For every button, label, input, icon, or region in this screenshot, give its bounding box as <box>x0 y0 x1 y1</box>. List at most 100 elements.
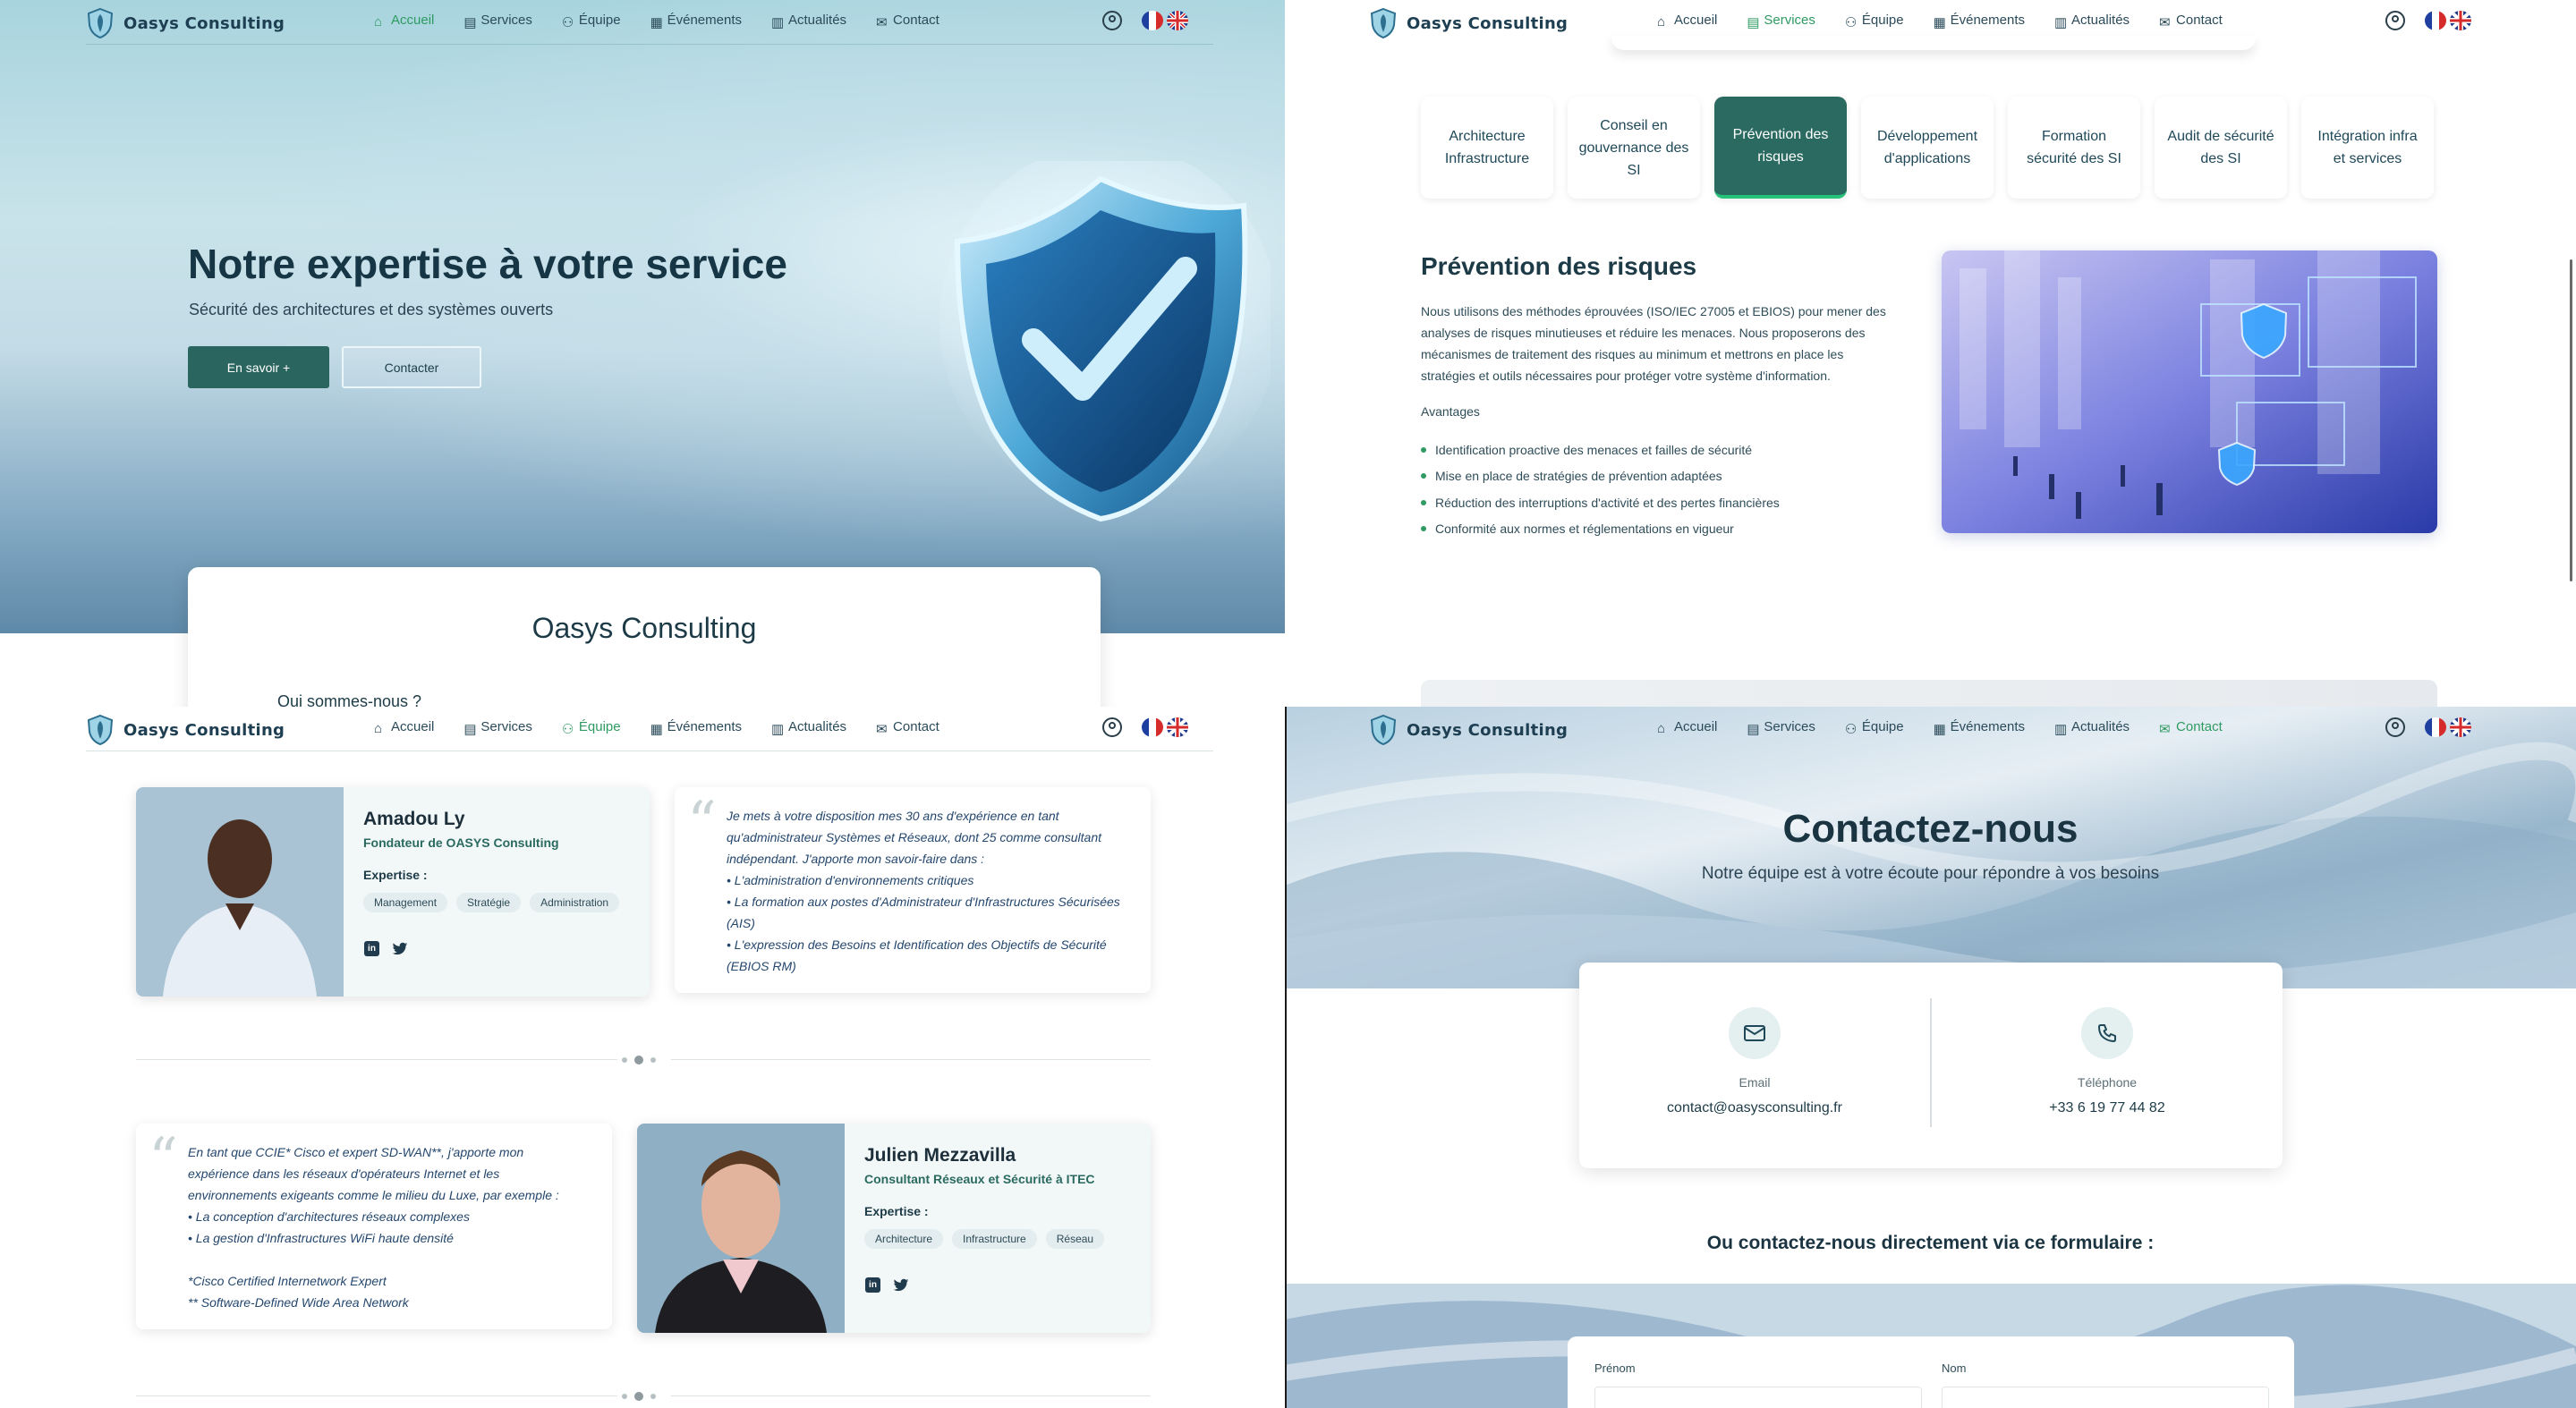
document-icon: ▤ <box>1747 721 1760 737</box>
nav-contact-label: Contact <box>2176 719 2223 734</box>
nav-right <box>1102 11 1188 30</box>
nav-links: ⌂ Accueil ▤ Services ⚇ Équipe ▦ Événements ▥… <box>374 13 939 30</box>
nav-home[interactable]: ⌂ Accueil <box>374 13 435 30</box>
shield-logo-icon <box>87 714 114 746</box>
nav-contact[interactable]: ✉ Contact <box>2159 719 2223 737</box>
uk-flag-icon[interactable] <box>1167 717 1188 737</box>
french-flag-icon[interactable] <box>1142 11 1163 30</box>
user-icon[interactable] <box>1102 11 1122 30</box>
nav-home-label: Accueil <box>391 13 435 28</box>
tab-app-development[interactable]: Développement d'applications <box>1861 97 1994 199</box>
learn-more-button[interactable]: En savoir + <box>188 346 329 388</box>
tab-governance[interactable]: Conseil en gouvernance des SI <box>1568 97 1700 199</box>
phone-label: Téléphone <box>2077 1075 2138 1090</box>
nav-news[interactable]: ▥ Actualités <box>771 719 846 737</box>
nav-services-label: Services <box>1764 13 1815 28</box>
nav-right <box>2385 717 2471 737</box>
contact-subtitle: Notre équipe est à votre écoute pour rép… <box>1701 864 2160 883</box>
french-flag-icon[interactable] <box>2425 717 2446 737</box>
contact-form: Prénom Nom <box>1568 1336 2294 1408</box>
nav-team[interactable]: ⚇ Équipe <box>562 719 621 737</box>
brand-name: Oasys Consulting <box>123 13 285 33</box>
nav-events[interactable]: ▦ Événements <box>1933 719 2025 737</box>
nav-links: ⌂ Accueil ▤ Services ⚇ Équipe ▦ Événements ▥… <box>374 719 939 737</box>
email-value[interactable]: contact@oasysconsulting.fr <box>1579 1100 1930 1116</box>
nav-contact-label: Contact <box>2176 13 2223 28</box>
nav-services[interactable]: ▤ Services <box>463 13 532 30</box>
nav-team[interactable]: ⚇ Équipe <box>1845 719 1904 737</box>
divider <box>671 1059 1151 1060</box>
user-icon[interactable] <box>2385 11 2405 30</box>
language-switcher <box>2425 717 2471 737</box>
carousel-dot[interactable] <box>622 1394 627 1399</box>
nav-home-label: Accueil <box>391 719 435 734</box>
twitter-icon[interactable] <box>392 942 408 956</box>
nav-contact[interactable]: ✉ Contact <box>876 719 939 737</box>
french-flag-icon[interactable] <box>1142 717 1163 737</box>
nav-home[interactable]: ⌂ Accueil <box>1657 13 1717 30</box>
nav-events[interactable]: ▦ Événements <box>650 719 742 737</box>
divider <box>136 1395 617 1396</box>
shield-logo-icon <box>1370 714 1397 746</box>
nav-events[interactable]: ▦ Événements <box>650 13 742 30</box>
hero-subtitle: Sécurité des architectures et des systèm… <box>189 301 554 318</box>
uk-flag-icon[interactable] <box>2450 11 2471 30</box>
nav-home-label: Accueil <box>1674 719 1718 734</box>
nav-services-label: Services <box>480 13 532 28</box>
mail-icon: ✉ <box>2159 721 2171 737</box>
phone-value[interactable]: +33 6 19 77 44 82 <box>1932 1100 2283 1116</box>
uk-flag-icon[interactable] <box>2450 717 2471 737</box>
nav-services[interactable]: ▤ Services <box>1747 719 1815 737</box>
tab-architecture-infrastructure[interactable]: Architecture Infrastructure <box>1421 97 1553 199</box>
calendar-icon: ▦ <box>1933 14 1946 30</box>
nav-events[interactable]: ▦ Événements <box>1933 13 2025 30</box>
tab-risk-prevention[interactable]: Prévention des risques <box>1714 97 1847 199</box>
home-icon: ⌂ <box>374 720 383 736</box>
team-icon: ⚇ <box>1844 14 1858 30</box>
advantage-item: Mise en place de stratégies de préventio… <box>1421 463 1780 490</box>
tab-security-audit[interactable]: Audit de sécurité des SI <box>2155 97 2287 199</box>
user-icon[interactable] <box>2385 717 2405 737</box>
first-name-input[interactable] <box>1594 1387 1922 1408</box>
nav-home[interactable]: ⌂ Accueil <box>1657 719 1718 736</box>
form-heading: Ou contactez-nous directement via ce for… <box>1706 1233 2155 1253</box>
quote-card: “ En tant que CCIE* Cisco et expert SD-W… <box>136 1124 612 1329</box>
panel-divider <box>1285 707 1287 1408</box>
nav-services-label: Services <box>480 719 532 734</box>
contact-button[interactable]: Contacter <box>342 346 481 388</box>
about-card: Oasys Consulting Qui sommes-nous ? <box>188 567 1101 707</box>
last-name-input[interactable] <box>1942 1387 2269 1408</box>
scrollbar[interactable] <box>2570 259 2572 581</box>
nav-team[interactable]: ⚇ Équipe <box>1844 13 1904 30</box>
uk-flag-icon[interactable] <box>1167 11 1188 30</box>
nav-services[interactable]: ▤ Services <box>1747 13 1815 30</box>
tab-integration[interactable]: Intégration infra et services <box>2301 97 2434 199</box>
carousel-dot[interactable] <box>650 1394 656 1399</box>
tab-security-training[interactable]: Formation sécurité des SI <box>2008 97 2140 199</box>
nav-services[interactable]: ▤ Services <box>463 719 532 737</box>
carousel-dot-active[interactable] <box>634 1056 643 1064</box>
french-flag-icon[interactable] <box>2425 11 2446 30</box>
brand[interactable]: Oasys Consulting <box>86 7 285 39</box>
brand[interactable]: Oasys Consulting <box>86 714 285 746</box>
nav-team[interactable]: ⚇ Équipe <box>562 13 621 30</box>
skill-chip: Management <box>363 893 448 912</box>
linkedin-icon[interactable]: in <box>364 941 379 956</box>
nav-contact[interactable]: ✉ Contact <box>2159 13 2223 30</box>
calendar-icon: ▦ <box>1933 721 1946 737</box>
nav-contact[interactable]: ✉ Contact <box>876 13 939 30</box>
carousel-dot-active[interactable] <box>634 1392 643 1401</box>
service-title: Prévention des risques <box>1421 252 1697 280</box>
nav-news[interactable]: ▥ Actualités <box>2054 719 2130 737</box>
twitter-icon[interactable] <box>893 1278 909 1293</box>
user-icon[interactable] <box>1102 717 1122 737</box>
brand[interactable]: Oasys Consulting <box>1369 714 1568 746</box>
nav-home[interactable]: ⌂ Accueil <box>374 719 435 736</box>
brand[interactable]: Oasys Consulting <box>1369 7 1568 39</box>
linkedin-icon[interactable]: in <box>865 1277 880 1293</box>
carousel-dot[interactable] <box>650 1057 656 1063</box>
nav-team-label: Équipe <box>578 13 621 28</box>
nav-news[interactable]: ▥ Actualités <box>771 13 846 30</box>
nav-news[interactable]: ▥ Actualités <box>2054 13 2130 30</box>
carousel-dot[interactable] <box>622 1057 627 1063</box>
